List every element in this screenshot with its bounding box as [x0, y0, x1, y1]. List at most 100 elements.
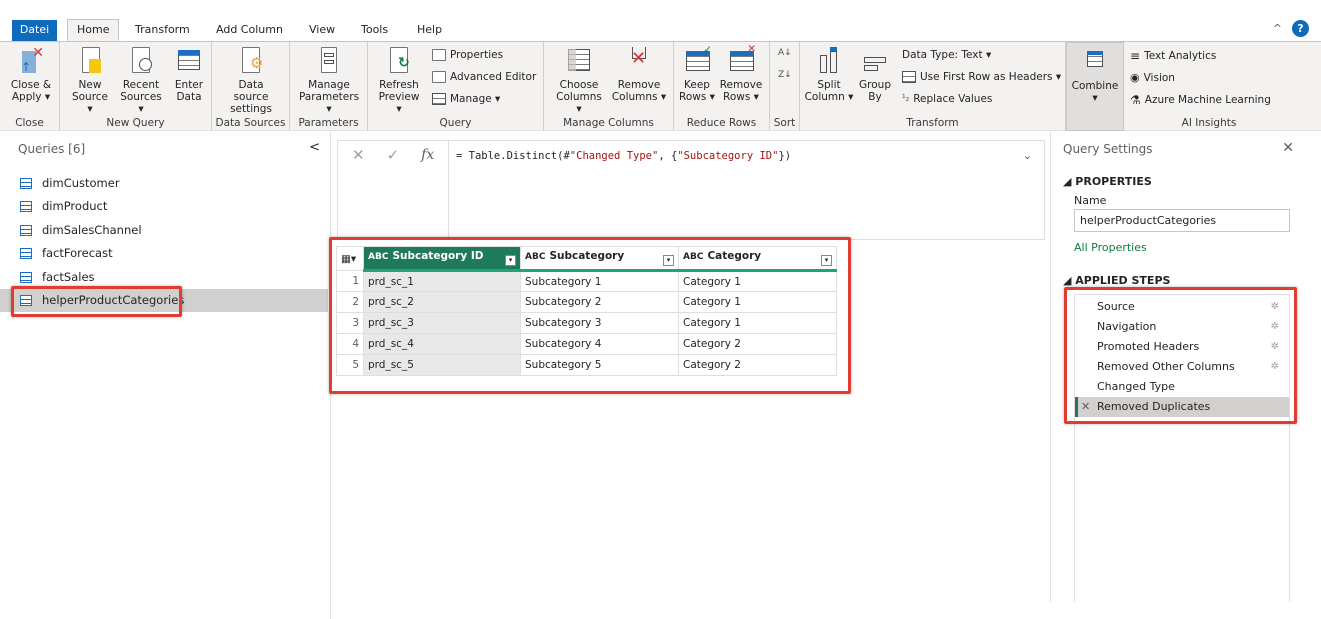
tab-help[interactable]: Help — [408, 20, 451, 42]
formula-suffix: }) — [778, 150, 792, 162]
filter-dropdown-icon[interactable]: ▾ — [505, 255, 516, 266]
properties-button[interactable]: Properties — [432, 49, 503, 61]
tab-add-column[interactable]: Add Column — [207, 20, 292, 42]
query-item-helperproductcategories[interactable]: helperProductCategories — [0, 289, 328, 312]
step-removed-duplicates[interactable]: ✕ Removed Duplicates — [1075, 397, 1289, 417]
filter-dropdown-icon[interactable]: ▾ — [663, 255, 674, 266]
query-item-factforecast[interactable]: factForecast — [0, 242, 328, 265]
keep-rows-button[interactable]: ✓ Keep Rows ▾ — [678, 44, 716, 103]
sort-descending-button[interactable]: Z↓ — [778, 70, 792, 80]
table-cell[interactable]: Subcategory 4 — [520, 333, 679, 355]
choose-columns-label-2: Columns ▾ — [556, 91, 602, 115]
remove-columns-button[interactable]: ✕ Remove Columns ▾ — [610, 47, 668, 103]
azure-ml-button[interactable]: ⚗ Azure Machine Learning — [1130, 93, 1271, 107]
split-column-button[interactable]: Split Column ▾ — [804, 47, 854, 103]
replace-values-button[interactable]: ¹₂ Replace Values — [902, 93, 992, 105]
close-apply-button[interactable]: ✕ ↑ Close & Apply ▾ — [10, 46, 52, 103]
azure-ml-label: Azure Machine Learning — [1144, 94, 1271, 106]
enter-data-icon — [176, 47, 202, 75]
sort-ascending-button[interactable]: A↓ — [778, 48, 792, 58]
delete-step-icon[interactable]: ✕ — [1081, 397, 1090, 417]
query-item-dimcustomer[interactable]: dimCustomer — [0, 172, 328, 195]
gear-icon[interactable]: ✲ — [1271, 337, 1279, 357]
formula-input[interactable]: = Table.Distinct(#"Changed Type", {"Subc… — [456, 150, 791, 162]
query-item-dimsaleschannel[interactable]: dimSalesChannel — [0, 219, 328, 242]
help-icon[interactable]: ? — [1292, 20, 1309, 37]
table-cell[interactable]: Category 1 — [678, 291, 837, 313]
remove-rows-button[interactable]: ✕ Remove Rows ▾ — [718, 43, 764, 103]
refresh-preview-button[interactable]: ↻ Refresh Preview ▾ — [376, 47, 422, 115]
data-source-settings-button[interactable]: ⚙ Data source settings — [220, 47, 282, 115]
keep-rows-icon: ✓ — [684, 44, 712, 75]
table-cell[interactable]: prd_sc_1 — [363, 270, 521, 292]
use-first-row-button[interactable]: Use First Row as Headers ▾ — [902, 71, 1061, 83]
query-name-input[interactable] — [1074, 209, 1290, 232]
choose-columns-button[interactable]: Choose Columns ▾ — [552, 47, 606, 115]
all-properties-link[interactable]: All Properties — [1074, 241, 1147, 254]
query-item-label: dimProduct — [42, 199, 108, 213]
table-cell[interactable]: Subcategory 5 — [520, 354, 679, 376]
table-cell[interactable]: prd_sc_3 — [363, 312, 521, 334]
close-settings-icon[interactable]: ✕ — [1282, 140, 1294, 156]
collapse-ribbon-icon[interactable]: ^ — [1273, 22, 1282, 35]
table-cell[interactable]: prd_sc_4 — [363, 333, 521, 355]
ribbon-tabs: Datei Home Transform Add Column View Too… — [0, 0, 1321, 42]
fx-icon: fx — [421, 147, 435, 163]
text-analytics-button[interactable]: ≡ Text Analytics — [1130, 49, 1216, 63]
table-cell[interactable]: Subcategory 1 — [520, 270, 679, 292]
cancel-icon[interactable]: ✕ — [352, 146, 365, 164]
expand-formula-icon[interactable]: ⌄ — [1023, 149, 1032, 162]
step-source[interactable]: Source ✲ — [1075, 297, 1289, 317]
table-cell[interactable]: Category 2 — [678, 333, 837, 355]
tab-home[interactable]: Home — [67, 19, 120, 41]
query-item-factsales[interactable]: factSales — [0, 266, 328, 289]
combine-button[interactable]: Combine ▾ — [1071, 48, 1119, 104]
tab-tools[interactable]: Tools — [352, 20, 397, 42]
filter-dropdown-icon[interactable]: ▾ — [821, 255, 832, 266]
query-item-dimproduct[interactable]: dimProduct — [0, 195, 328, 218]
properties-heading[interactable]: ◢ PROPERTIES — [1063, 175, 1152, 188]
tab-view[interactable]: View — [300, 20, 344, 42]
table-cell[interactable]: Category 1 — [678, 270, 837, 292]
column-header-subcategory[interactable]: ABC Subcategory ▾ — [520, 246, 679, 272]
tab-datei[interactable]: Datei — [12, 20, 57, 42]
group-manage-columns: Choose Columns ▾ ✕ Remove Columns ▾ Mana… — [544, 42, 674, 131]
formula-string-2: "Subcategory ID" — [677, 150, 779, 162]
text-type-icon: ABC — [525, 252, 546, 262]
table-cell[interactable]: prd_sc_5 — [363, 354, 521, 376]
enter-data-button[interactable]: Enter Data — [172, 47, 206, 103]
commit-icon[interactable]: ✓ — [387, 146, 400, 164]
new-source-button[interactable]: New Source ▾ — [70, 47, 110, 115]
manage-parameters-button[interactable]: Manage Parameters ▾ — [296, 47, 362, 115]
step-changed-type[interactable]: Changed Type — [1075, 377, 1289, 397]
advanced-editor-button[interactable]: Advanced Editor — [432, 71, 536, 83]
table-cell[interactable]: Subcategory 2 — [520, 291, 679, 313]
group-label-data-sources: Data Sources — [215, 117, 286, 129]
vision-button[interactable]: ◉ Vision — [1130, 71, 1175, 84]
step-navigation[interactable]: Navigation ✲ — [1075, 317, 1289, 337]
table-cell[interactable]: prd_sc_2 — [363, 291, 521, 313]
column-header-subcategory-id[interactable]: ABC Subcategory ID ▾ — [363, 246, 521, 272]
collapse-queries-icon[interactable]: < — [309, 140, 320, 155]
recent-sources-button[interactable]: Recent Sources ▾ — [118, 47, 164, 115]
step-removed-other-columns[interactable]: Removed Other Columns ✲ — [1075, 357, 1289, 377]
table-cell[interactable]: Category 1 — [678, 312, 837, 334]
row-number: 1 — [336, 270, 364, 292]
column-header-category[interactable]: ABC Category ▾ — [678, 246, 837, 272]
group-by-button[interactable]: Group By — [856, 47, 894, 103]
table-cell[interactable]: Category 2 — [678, 354, 837, 376]
new-source-label-2: Source ▾ — [71, 91, 109, 115]
manage-button[interactable]: Manage ▾ — [432, 93, 500, 105]
data-type-dropdown[interactable]: Data Type: Text ▾ — [902, 49, 991, 61]
sort-descending-icon: Z↓ — [778, 70, 792, 80]
table-menu-icon[interactable]: ▦▾ — [336, 246, 364, 271]
row-number: 4 — [336, 333, 364, 355]
table-icon — [20, 272, 32, 283]
step-promoted-headers[interactable]: Promoted Headers ✲ — [1075, 337, 1289, 357]
gear-icon[interactable]: ✲ — [1271, 317, 1279, 337]
gear-icon[interactable]: ✲ — [1271, 357, 1279, 377]
table-cell[interactable]: Subcategory 3 — [520, 312, 679, 334]
applied-steps-heading[interactable]: ◢ APPLIED STEPS — [1063, 274, 1170, 287]
tab-transform[interactable]: Transform — [126, 20, 199, 42]
gear-icon[interactable]: ✲ — [1271, 297, 1279, 317]
